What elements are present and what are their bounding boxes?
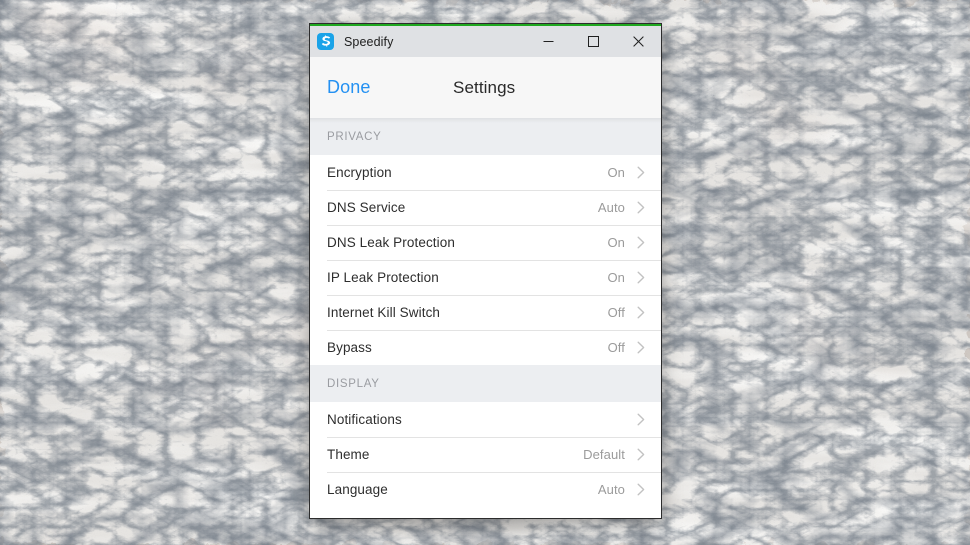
- chevron-right-icon: [632, 483, 650, 496]
- done-button[interactable]: Done: [327, 77, 370, 98]
- settings-row-right: On: [607, 270, 650, 285]
- settings-row-right: Off: [608, 340, 650, 355]
- settings-row-right: On: [607, 165, 650, 180]
- settings-row-label: Internet Kill Switch: [327, 305, 441, 320]
- settings-row-label: DNS Service: [327, 200, 406, 215]
- speedify-settings-window: Speedify Done Settings PRIVACY Encryptio…: [309, 23, 662, 519]
- window-controls: [526, 26, 661, 57]
- settings-row-label: Theme: [327, 447, 370, 462]
- settings-row-value: Auto: [597, 482, 625, 497]
- maximize-button[interactable]: [571, 26, 616, 57]
- speedify-app-icon: [317, 33, 334, 50]
- settings-row-value: Default: [583, 447, 625, 462]
- minimize-button[interactable]: [526, 26, 571, 57]
- settings-navbar: Done Settings: [310, 57, 661, 123]
- chevron-right-icon: [632, 166, 650, 179]
- chevron-right-icon: [632, 448, 650, 461]
- settings-row-right: Default: [583, 447, 650, 462]
- settings-row[interactable]: Language Auto: [310, 472, 661, 507]
- settings-row-right: [625, 413, 650, 426]
- settings-row-label: Bypass: [327, 340, 372, 355]
- maximize-icon: [588, 36, 599, 47]
- settings-row-right: Off: [608, 305, 650, 320]
- settings-row-right: On: [607, 235, 650, 250]
- speedify-logo-glyph: [321, 35, 331, 47]
- settings-row-value: On: [607, 270, 625, 285]
- chevron-right-icon: [632, 413, 650, 426]
- chevron-right-icon: [632, 271, 650, 284]
- settings-row-label: Encryption: [327, 165, 392, 180]
- settings-list: PRIVACY Encryption On DNS Service Auto DNS Le…: [310, 118, 661, 518]
- chevron-right-icon: [632, 341, 650, 354]
- settings-row[interactable]: Notifications: [310, 402, 661, 437]
- settings-row-label: DNS Leak Protection: [327, 235, 455, 250]
- window-titlebar: Speedify: [310, 26, 661, 57]
- chevron-right-icon: [632, 201, 650, 214]
- window-title: Speedify: [344, 34, 394, 49]
- settings-row-label: Language: [327, 482, 388, 497]
- section-header-privacy: PRIVACY: [310, 118, 661, 155]
- settings-row[interactable]: DNS Leak Protection On: [310, 225, 661, 260]
- settings-row-label: Notifications: [327, 412, 402, 427]
- chevron-right-icon: [632, 306, 650, 319]
- settings-row[interactable]: Theme Default: [310, 437, 661, 472]
- settings-row-label: IP Leak Protection: [327, 270, 439, 285]
- settings-row[interactable]: DNS Service Auto: [310, 190, 661, 225]
- page-title: Settings: [453, 77, 516, 97]
- settings-row[interactable]: Internet Kill Switch Off: [310, 295, 661, 330]
- settings-row[interactable]: Encryption On: [310, 155, 661, 190]
- settings-row-right: Auto: [598, 200, 650, 215]
- settings-row-value: On: [607, 235, 625, 250]
- close-button[interactable]: [616, 26, 661, 57]
- settings-row[interactable]: IP Leak Protection On: [310, 260, 661, 295]
- section-header-display: DISPLAY: [310, 365, 661, 402]
- settings-row[interactable]: Bypass Off: [310, 330, 661, 365]
- settings-row-value: Auto: [597, 200, 625, 215]
- close-icon: [633, 36, 644, 47]
- settings-row-value: Off: [607, 340, 625, 355]
- minimize-icon: [543, 41, 554, 42]
- settings-row-value: On: [607, 165, 625, 180]
- chevron-right-icon: [632, 236, 650, 249]
- settings-row-value: Off: [607, 305, 625, 320]
- settings-row-right: Auto: [598, 482, 650, 497]
